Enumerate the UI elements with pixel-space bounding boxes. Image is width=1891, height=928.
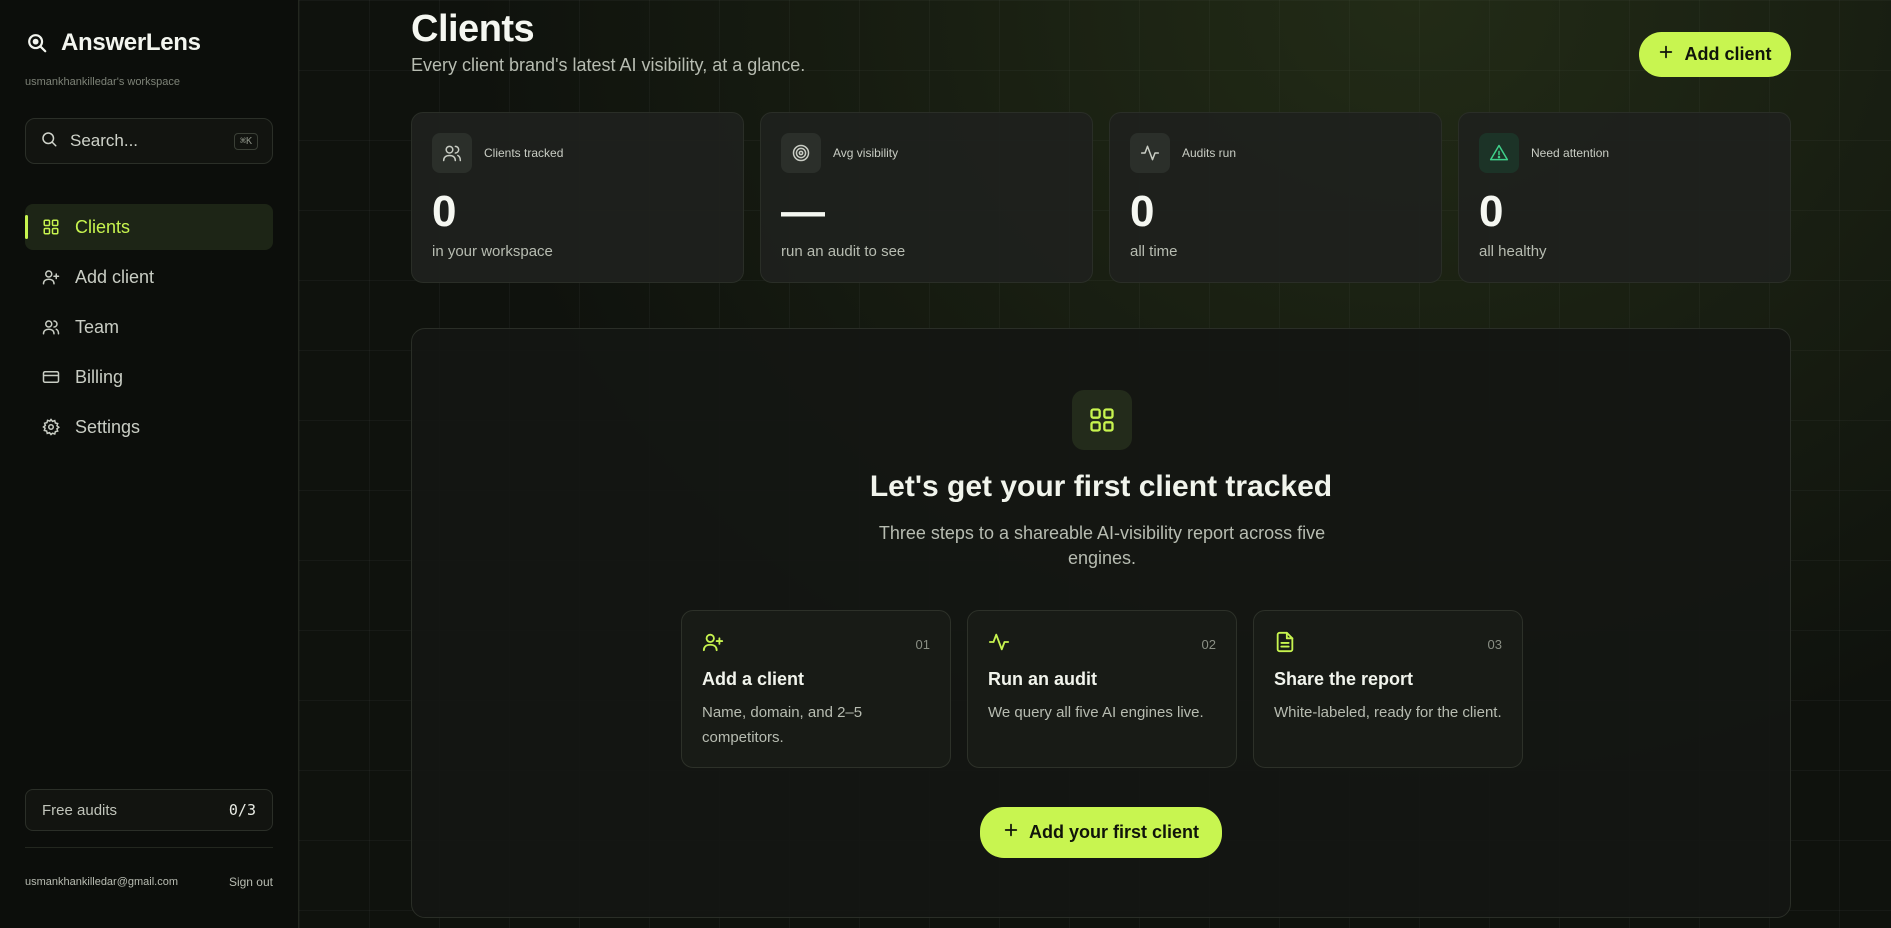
sidebar-divider <box>25 847 273 848</box>
stat-card-avg-visibility: Avg visibility — run an audit to see <box>760 112 1093 283</box>
stat-label: Clients tracked <box>484 146 564 160</box>
sidebar-item-label: Clients <box>75 216 131 237</box>
sidebar-item-settings[interactable]: Settings <box>25 404 273 450</box>
stat-label: Avg visibility <box>833 146 899 160</box>
stat-value: 0 <box>432 187 457 236</box>
grid-icon <box>1072 390 1132 450</box>
sidebar-item-billing[interactable]: Billing <box>25 354 273 400</box>
plus-icon <box>1658 44 1674 65</box>
stat-label: Audits run <box>1182 146 1237 160</box>
file-text-icon <box>1274 631 1296 658</box>
user-plus-icon <box>41 267 61 287</box>
alert-triangle-icon <box>1479 133 1519 173</box>
stat-note: all time <box>1130 243 1178 260</box>
sidebar-item-label: Add client <box>75 266 155 287</box>
stat-note: in your workspace <box>432 243 553 260</box>
page-subtitle: Every client brand's latest AI visibilit… <box>411 55 806 75</box>
add-first-client-button-label: Add your first client <box>1028 822 1199 842</box>
sidebar-item-clients[interactable]: Clients <box>25 204 273 250</box>
step-card-add-client: 01 Add a client Name, domain, and 2–5 co… <box>681 610 951 768</box>
onboarding-steps: 01 Add a client Name, domain, and 2–5 co… <box>681 610 1523 768</box>
stat-card-need-attention: Need attention 0 all healthy <box>1458 112 1791 283</box>
plus-icon <box>1003 822 1019 843</box>
workspace-name: usmankhankilledar's workspace <box>25 76 180 88</box>
stat-value: — <box>781 187 825 236</box>
empty-state-subtitle: Three steps to a shareable AI-visibility… <box>878 523 1326 568</box>
sidebar-nav: Clients Add client Team Billing Settings <box>25 204 273 450</box>
add-first-client-button[interactable]: Add your first client <box>980 807 1222 858</box>
search-icon <box>40 130 58 153</box>
stat-label: Need attention <box>1531 146 1610 160</box>
stat-card-audits-run: Audits run 0 all time <box>1109 112 1442 283</box>
sign-out-link[interactable]: Sign out <box>229 875 273 889</box>
free-audits-counter: Free audits 0/3 <box>25 789 273 831</box>
main-content: Clients Every client brand's latest AI v… <box>299 0 1891 928</box>
search-box[interactable]: Search... ⌘K <box>25 118 273 164</box>
brand-name: AnswerLens <box>61 29 201 56</box>
page-title: Clients <box>411 8 535 50</box>
empty-state-title: Let's get your first client tracked <box>869 470 1333 503</box>
grid-icon <box>41 217 61 237</box>
account-footer: usmankhankilledar@gmail.com Sign out <box>25 875 273 889</box>
activity-icon <box>988 631 1010 658</box>
activity-icon <box>1130 133 1170 173</box>
users-icon <box>41 317 61 337</box>
add-client-button[interactable]: Add client <box>1639 32 1791 77</box>
sidebar: AnswerLens usmankhankilledar's workspace… <box>0 0 299 928</box>
free-audits-label: Free audits <box>42 801 118 819</box>
stat-note: run an audit to see <box>781 243 906 260</box>
brand[interactable]: AnswerLens <box>25 28 273 58</box>
step-number: 03 <box>1487 636 1502 652</box>
step-title: Add a client <box>702 669 805 689</box>
sidebar-item-label: Settings <box>75 416 141 437</box>
stats-row: Clients tracked 0 in your workspace Avg … <box>411 112 1791 283</box>
sidebar-item-label: Team <box>75 316 120 337</box>
search-shortcut: ⌘K <box>233 132 258 150</box>
gear-icon <box>41 417 61 437</box>
stat-card-clients-tracked: Clients tracked 0 in your workspace <box>411 112 744 283</box>
step-card-share-report: 03 Share the report White-labeled, ready… <box>1253 610 1523 768</box>
sidebar-item-label: Billing <box>75 366 124 387</box>
user-plus-icon <box>702 631 724 658</box>
credit-card-icon <box>41 367 61 387</box>
step-title: Run an audit <box>988 669 1097 689</box>
target-icon <box>781 133 821 173</box>
empty-state-panel: Let's get your first client tracked Thre… <box>411 328 1791 918</box>
account-email: usmankhankilledar@gmail.com <box>25 876 179 888</box>
stat-value: 0 <box>1479 187 1504 236</box>
search-input[interactable]: Search... <box>70 131 222 151</box>
step-description: Name, domain, and 2–5 competitors. <box>702 704 863 746</box>
users-icon <box>432 133 472 173</box>
step-title: Share the report <box>1274 669 1414 689</box>
step-card-run-audit: 02 Run an audit We query all five AI eng… <box>967 610 1237 768</box>
sidebar-item-team[interactable]: Team <box>25 304 273 350</box>
free-audits-value: 0/3 <box>228 801 256 819</box>
search-logo-icon <box>25 31 49 55</box>
add-client-button-label: Add client <box>1684 44 1772 64</box>
step-description: We query all five AI engines live. <box>988 704 1204 721</box>
step-description: White-labeled, ready for the client. <box>1274 704 1502 721</box>
sidebar-item-add-client[interactable]: Add client <box>25 254 273 300</box>
stat-value: 0 <box>1130 187 1155 236</box>
step-number: 02 <box>1201 636 1216 652</box>
step-number: 01 <box>915 636 930 652</box>
stat-note: all healthy <box>1479 243 1547 260</box>
